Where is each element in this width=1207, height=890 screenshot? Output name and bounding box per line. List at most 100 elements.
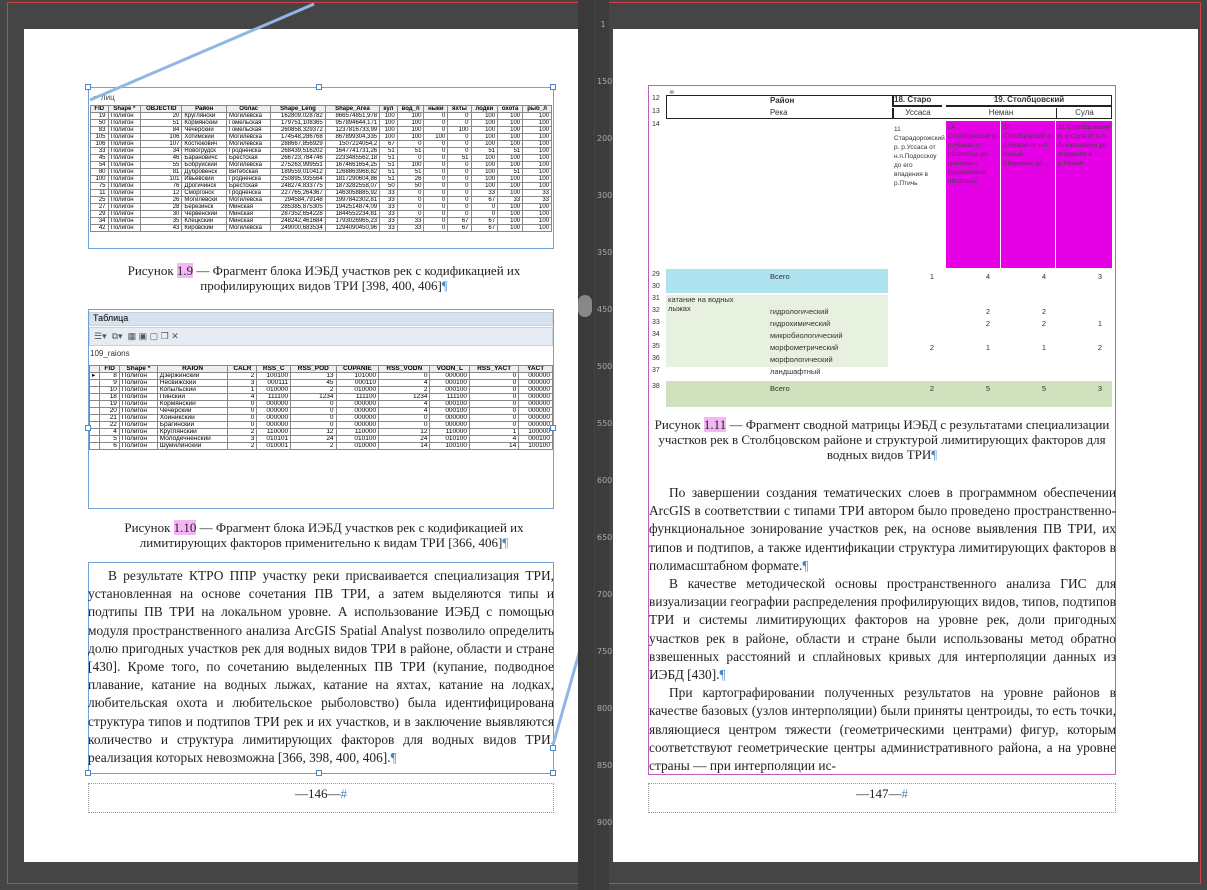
table-row[interactable]: 34 Полигон 35 Клецкский Минская 248242,461684… [90,217,552,225]
table-cell: 100 [522,133,552,141]
table1: FID Shape * OBJECTID Район Облас Shape_Leng Sh… [90,105,552,232]
matrix-col-staro: 18. Старо [892,95,942,107]
table-row[interactable]: 105 Полигон 106 Хотимский Могилевска 174548,2… [90,133,552,141]
spine-scroll-handle[interactable] [578,295,592,317]
table-cell: Полигон [107,175,142,183]
table-cell: 105 [90,133,109,141]
right-footer-guide [648,783,1116,813]
table-row[interactable]: ▸ 8 Полигон Дзержинский 2 100100 13 101000 0 0000… [88,372,553,380]
table-row[interactable]: 21 Полигон Хойникский 0 000000 0 000000 0 000000… [88,414,553,422]
frame-handle[interactable] [85,425,91,431]
table2: FID Shape * RAION CALR RSS_C RSS_POD CUPANIE RS… [88,365,553,450]
table-row[interactable]: 29 Полигон 30 Червенский Минская 287352,65422… [90,210,552,218]
frame-handle[interactable] [550,745,556,751]
table-row[interactable]: 4 Полигон Круглянский 2 110000 12 110000 12 1100… [88,428,553,436]
table-window-title[interactable]: Таблица [89,312,553,326]
table-cell: 100 [470,175,499,183]
table-cell: 249000,683534 [270,224,326,232]
table-row[interactable]: 18 Полигон Пинский 4 111100 1234 111100 1234 111… [88,393,553,401]
zoom-selected-icon[interactable]: ❐ [161,331,169,341]
table-cell: 67 [447,224,472,232]
related-tables-icon[interactable]: ⧉▾ [112,331,123,341]
table-cell: 1793026965,23 [324,217,381,225]
table-cell: 1647741731,26 [324,147,381,155]
table-cell: 3 [227,379,258,387]
matrix-row-number: 35 [652,343,660,350]
table-row[interactable]: 50 Полигон 51 Кормянский Гомельская 179751,10… [90,119,552,127]
frame-handle[interactable] [85,84,91,90]
table-cell: 010100 [335,435,380,443]
right-page[interactable]: 12 13 14 29 30 31 32 33 34 35 36 37 38 Район 18. Старо… [613,29,1198,862]
table-row[interactable]: 6 Полигон Шумилинский 2 010001 2 010000 14 10010… [88,442,553,450]
table-options-icon[interactable]: ☰▾ [94,331,107,341]
select-by-attributes-icon[interactable]: ▦ [128,331,137,341]
matrix-total-value: 4 [985,272,990,281]
table-row[interactable]: 106 Полигон 107 Костюкович Могилевска 288667,… [90,140,552,148]
table-cell: 51 [379,154,398,162]
table-cell: 189559,010412 [270,168,326,176]
table-row[interactable]: 54 Полигон 55 Бобруйский Могилевска 275263,99… [90,161,552,169]
table-row[interactable]: 33 Полигон 34 Новогрудск Гродненска 268439,51… [90,147,552,155]
table-header-cell: вод_п [396,105,425,113]
table-row[interactable]: 83 Полигон 84 Чечерский Гомельская 260858,329… [90,126,552,134]
table-cell: 110000 [335,428,380,436]
table-cell: 100 [470,126,499,134]
matrix-row-number: 37 [652,367,660,374]
table-cell: 100 [470,154,499,162]
frame-handle[interactable] [85,770,91,776]
clear-selection-icon[interactable]: ▢ [150,331,159,341]
frame-handle[interactable] [550,84,556,90]
table-header-cell: охота [497,105,524,113]
layer-name-tab[interactable]: 109_raions [90,349,130,358]
table-row[interactable]: 9 Полигон Несвижский 3 000111 45 000110 4 000100… [88,379,553,387]
table-cell: 26 [140,196,183,204]
table-cell: Полигон [107,140,142,148]
table-header-cell: VODN_L [429,365,471,373]
table-row[interactable]: 100 Полигон 101 Ивьевский Гродненска 250895,9… [90,175,552,183]
ruler-number: 1 [600,20,606,29]
ruler-numbers: 1 150 200 300 350 450 500 550 600 650 700 750 800 850… [597,0,612,890]
table-cell: 000100 [518,435,553,443]
spread-spine [578,0,594,890]
table-cell: 2 [378,386,431,394]
table-row[interactable]: 10 Полигон Копыльский 1 010000 2 010000 2 000100… [88,386,553,394]
table-row[interactable]: 80 Полигон 81 Дубровенск Витебская 189559,010… [90,168,552,176]
table-row[interactable]: 42 Полигон 43 Кировский Могилевска 249000,683… [90,224,552,232]
table-cell: 4 [469,435,520,443]
left-page[interactable]: ⚭ лиц FID Shape * OBJECTID Район Облас Shape_… [24,29,580,862]
table-cell: 000000 [518,414,553,422]
table-cell: 0 [423,140,449,148]
table-row[interactable]: 11 Полигон 12 Сморгонск Гродненска 227765,264… [90,189,552,197]
table-cell: Костюкович [181,140,227,148]
table-row[interactable]: 19 Полигон 20 Круглянски Могилевска 162809,02… [90,112,552,120]
frame-handle[interactable] [316,84,322,90]
table-toolbar[interactable]: ☰▾ ⧉▾ ▦ ▣ ▢ ❐ ✕ [89,327,553,346]
table-row[interactable]: 75 Полигон 76 Дрогичинск Брестская 248274,833… [90,182,552,190]
table-cell: 100 [522,140,552,148]
table-cell: 100 [470,168,499,176]
switch-selection-icon[interactable]: ▣ [139,331,148,341]
frame-handle[interactable] [550,425,556,431]
table-row[interactable]: 19 Полигон Кормянский 0 000000 0 000000 4 000100… [88,400,553,408]
table-row[interactable]: 25 Полигон 26 Могилевски Могилевска 294584,79… [90,196,552,204]
table-row[interactable]: 5 Полигон Молодечненский 3 010101 24 010100 24 0… [88,435,553,443]
table-cell: 100 [497,175,524,183]
table-cell: Полигон [107,196,142,204]
table-row[interactable]: 22 Полигон Брагинский 0 000000 0 000000 0 000000… [88,421,553,429]
table-cell: 0 [447,168,472,176]
table-cell: 0 [396,196,425,204]
table-cell: 34 [90,217,109,225]
delete-selected-icon[interactable]: ✕ [171,331,179,341]
table-cell: 1817290604,86 [324,175,381,183]
table-header-cell: Облас [225,105,272,113]
table-cell: 55 [140,161,183,169]
table-cell: 20 [99,407,120,415]
table-row[interactable]: 27 Полигон 28 Березинск Минская 285385,875305… [90,203,552,211]
matrix-sub-usasa: Уссаса [892,108,942,119]
frame-handle[interactable] [316,770,322,776]
table-row[interactable]: 45 Полигон 46 Барановичс Брестская 266723,784… [90,154,552,162]
table-cell: Полигон [118,435,158,443]
table-row[interactable]: 20 Полигон Чечерский 0 000000 0 000000 4 000100 0… [88,407,553,415]
table-cell: 179751,108365 [270,119,326,127]
frame-handle[interactable] [550,770,556,776]
